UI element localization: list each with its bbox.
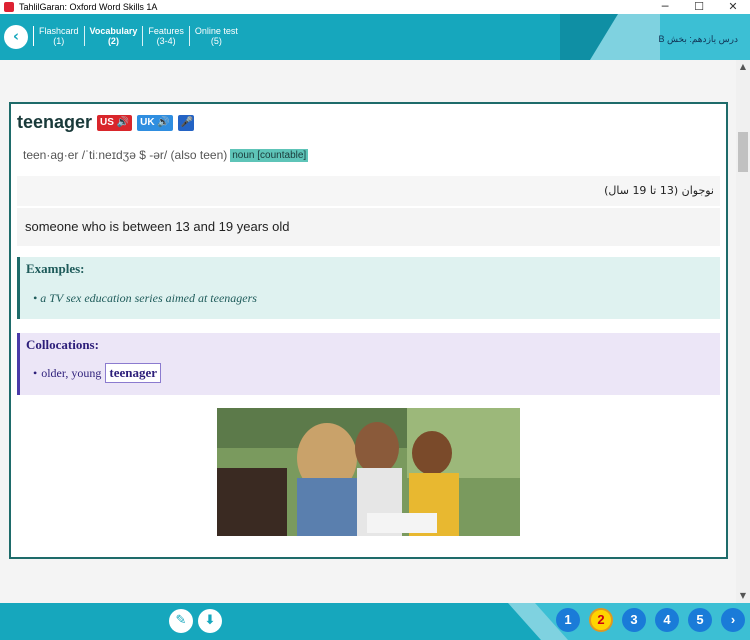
- collocations-title: Collocations:: [26, 337, 99, 352]
- teenagers-photo: [217, 408, 520, 536]
- pronunciation: teen·ag·er /ˈtiːneɪdʒə $ -ər/ (also teen…: [23, 148, 228, 162]
- example-text: a TV sex education series aimed at teena…: [40, 291, 257, 305]
- next-page-button[interactable]: ›: [721, 608, 745, 632]
- tab-label: Vocabulary: [89, 26, 138, 36]
- word-card: teenager US 🔊 UK 🔊 🎤 teen·ag·er /ˈtiːneɪ…: [9, 102, 728, 559]
- page-5-button[interactable]: 5: [688, 608, 712, 632]
- page-2-button[interactable]: 2: [589, 608, 613, 632]
- tab-features[interactable]: Features (3-4): [142, 26, 189, 46]
- photo-illustration: [217, 408, 520, 536]
- window-controls: ─ ☐ ✕: [648, 0, 750, 14]
- microphone-button[interactable]: 🎤: [177, 114, 194, 131]
- definition: someone who is between 13 and 19 years o…: [17, 208, 720, 246]
- persian-translation: نوجوان (13 تا 19 سال): [17, 176, 720, 206]
- top-navigation-bar: ‹ Flashcard (1) Vocabulary (2) Features (3-…: [0, 14, 750, 60]
- collocation-headword: teenager: [105, 363, 162, 383]
- scrollbar-thumb[interactable]: [738, 132, 748, 172]
- lesson-title: درس یازدهم: بخش B: [658, 34, 738, 44]
- tab-label: Features: [148, 26, 184, 36]
- part-of-speech: noun [countable]: [230, 148, 309, 162]
- tab-number: (5): [210, 36, 222, 46]
- scroll-up-icon[interactable]: ▲: [736, 60, 750, 74]
- section-tabs: Flashcard (1) Vocabulary (2) Features (3-4)…: [33, 26, 243, 46]
- tab-online-test[interactable]: Online test (5): [188, 26, 243, 46]
- pronunciation-row: teen·ag·er /ˈtiːneɪdʒə $ -ər/ (also teen…: [23, 148, 309, 162]
- page-3-button[interactable]: 3: [622, 608, 646, 632]
- headword-row: teenager US 🔊 UK 🔊 🎤: [17, 112, 194, 133]
- vertical-scrollbar[interactable]: ▲ ▼: [736, 60, 750, 603]
- back-button[interactable]: ‹: [4, 25, 28, 49]
- maximize-button[interactable]: ☐: [682, 0, 716, 14]
- app-icon: [4, 2, 14, 12]
- page-navigation: 1 2 3 4 5 ›: [556, 608, 745, 632]
- us-audio-button[interactable]: US 🔊: [97, 114, 133, 131]
- bottom-toolbar: ✎ ⬇ 1 2 3 4 5 ›: [0, 603, 750, 640]
- scroll-down-icon[interactable]: ▼: [736, 589, 750, 603]
- download-icon[interactable]: ⬇: [198, 609, 222, 633]
- tab-flashcard[interactable]: Flashcard (1): [33, 26, 84, 46]
- window-titlebar: TahlilGaran: Oxford Word Skills 1A ─ ☐ ✕: [0, 0, 750, 14]
- tab-label: Online test: [194, 26, 238, 36]
- collocations-box: Collocations: • older, young teenager: [17, 333, 720, 395]
- close-button[interactable]: ✕: [716, 0, 750, 14]
- examples-box: Examples: • a TV sex education series ai…: [17, 257, 720, 319]
- collocation-prefix: older, young: [41, 365, 102, 380]
- content-area: teenager US 🔊 UK 🔊 🎤 teen·ag·er /ˈtiːneɪ…: [0, 60, 736, 603]
- window-title: TahlilGaran: Oxford Word Skills 1A: [19, 2, 158, 12]
- tab-number: (2): [107, 36, 119, 46]
- tab-number: (1): [53, 36, 65, 46]
- page-4-button[interactable]: 4: [655, 608, 679, 632]
- tab-label: Flashcard: [39, 26, 79, 36]
- minimize-button[interactable]: ─: [648, 0, 682, 14]
- tab-number: (3-4): [156, 36, 176, 46]
- headword: teenager: [17, 112, 93, 132]
- example-item: • a TV sex education series aimed at tee…: [33, 291, 257, 305]
- edit-icon[interactable]: ✎: [169, 609, 193, 633]
- uk-audio-button[interactable]: UK 🔊: [137, 114, 173, 131]
- examples-title: Examples:: [26, 261, 85, 276]
- tab-vocabulary[interactable]: Vocabulary (2): [83, 26, 143, 46]
- collocation-item: • older, young teenager: [33, 363, 162, 383]
- page-1-button[interactable]: 1: [556, 608, 580, 632]
